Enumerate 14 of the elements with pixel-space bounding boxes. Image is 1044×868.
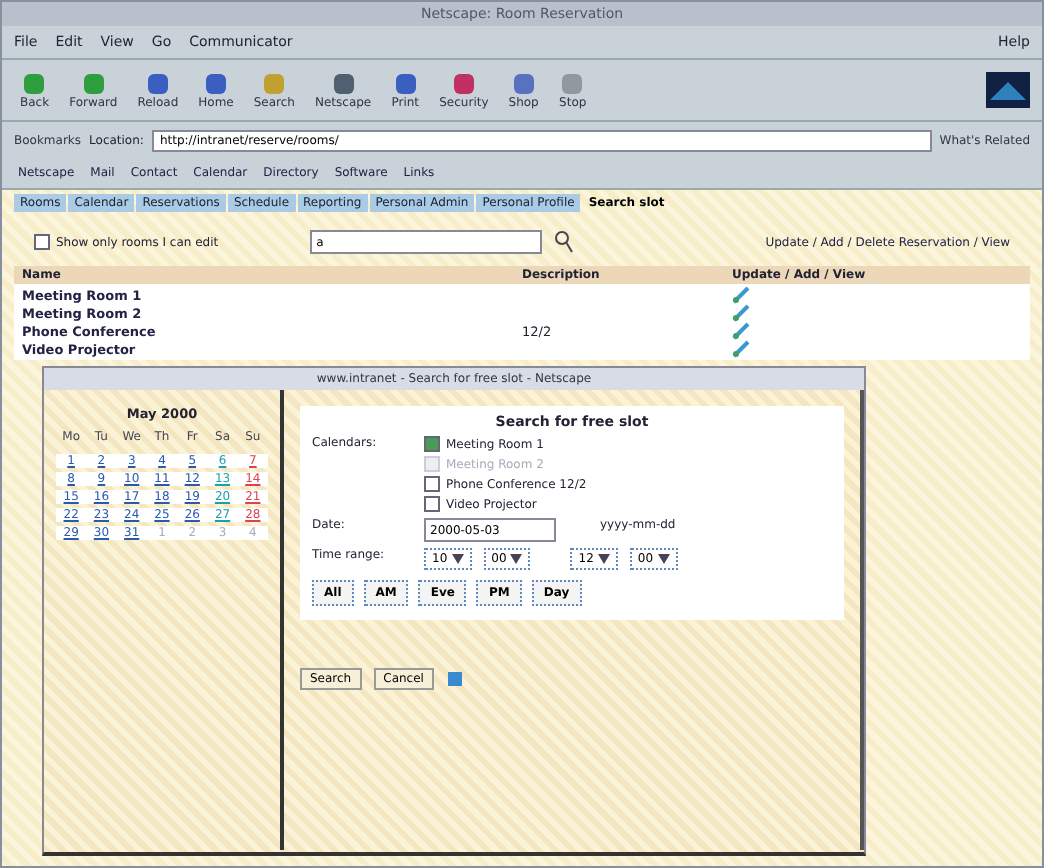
edit-icon[interactable] [732,340,750,358]
dropdown-icon [451,554,464,564]
edit-icon[interactable] [732,322,750,340]
checkbox[interactable] [424,436,440,452]
checkbox[interactable] [424,476,440,492]
search-icon[interactable] [554,230,575,254]
checkbox[interactable] [34,234,50,250]
logo-icon [986,72,1030,108]
dropdown-icon [510,554,523,564]
dropdown-icon [597,554,610,564]
edit-icon[interactable] [732,304,750,322]
edit-icon[interactable] [732,286,750,304]
checkbox[interactable] [424,496,440,512]
dropdown-icon [657,554,670,564]
